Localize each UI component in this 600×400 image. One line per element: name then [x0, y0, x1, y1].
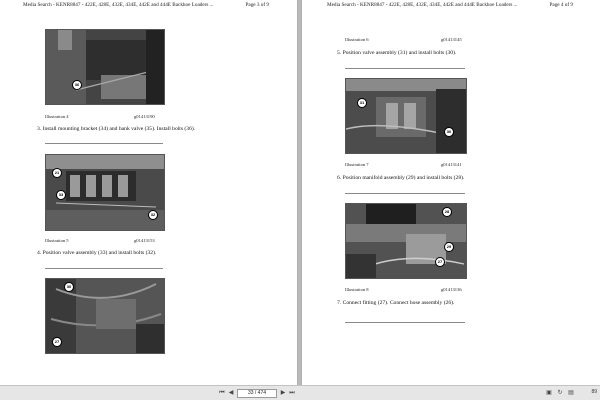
- illustration-id: g01413153: [134, 238, 155, 243]
- step-text: 7. Connect fitting (27). Connect hose as…: [337, 300, 455, 306]
- illustration-photo: [45, 278, 165, 354]
- illustration-photo: [45, 29, 165, 105]
- step-text: 6. Position manifold assembly (29) and i…: [337, 175, 465, 181]
- callout-marker: 29: [444, 242, 454, 252]
- fit-icon[interactable]: ▣: [545, 389, 553, 397]
- callout-marker: 30: [64, 282, 74, 292]
- callout-marker: 30: [444, 127, 454, 137]
- page-header-title: Media Search - KENR8847 - 422E, 428E, 43…: [327, 2, 518, 8]
- illustration-caption: Illustration 8: [345, 287, 369, 292]
- illustration-caption: Illustration 7: [345, 162, 369, 167]
- illustration-id: g01413145: [441, 37, 462, 42]
- step-text: 3. Install mounting bracket (34) and ban…: [37, 126, 196, 132]
- document-page-left: Media Search - KENR8847 - 422E, 428E, 43…: [0, 0, 297, 386]
- illustration-caption: Illustration 6: [345, 37, 369, 42]
- first-page-icon[interactable]: ⏮: [218, 389, 226, 397]
- step-text: 5. Position valve assembly (31) and inst…: [337, 50, 457, 56]
- rotate-icon[interactable]: ↻: [556, 389, 564, 397]
- prev-page-icon[interactable]: ◀: [227, 389, 235, 397]
- divider: [45, 143, 163, 144]
- step-text: 4. Position valve assembly (33) and inst…: [37, 250, 157, 256]
- callout-marker: 36: [72, 80, 82, 90]
- page-header-number: Page 3 of 9: [245, 2, 269, 8]
- callout-marker: 32: [148, 210, 158, 220]
- callout-marker: 28: [442, 207, 452, 217]
- pages-icon[interactable]: ▤: [567, 389, 575, 397]
- zoom-level[interactable]: 89: [591, 389, 597, 395]
- callout-marker: 27: [435, 257, 445, 267]
- callout-marker: 33: [56, 190, 66, 200]
- divider: [345, 193, 465, 194]
- next-page-icon[interactable]: ▶: [279, 389, 287, 397]
- callout-marker: 21: [52, 168, 62, 178]
- illustration-photo: [345, 78, 467, 154]
- callout-marker: 27: [52, 337, 62, 347]
- illustration-caption: Illustration 4: [45, 114, 69, 119]
- document-page-right: Media Search - KENR8847 - 422E, 428E, 43…: [302, 0, 600, 386]
- divider: [345, 322, 465, 323]
- illustration-id: g01413190: [134, 114, 155, 119]
- viewer-toolbar: ⏮ ◀ 33 / 474 ▶ ⏭ ▣ ↻ ▤ 89: [0, 385, 600, 400]
- illustration-id: g01413141: [441, 162, 462, 167]
- illustration-id: g01413136: [441, 287, 462, 292]
- illustration-caption: Illustration 5: [45, 238, 69, 243]
- page-header-number: Page 4 of 9: [549, 2, 573, 8]
- divider: [345, 68, 465, 69]
- callout-marker: 31: [357, 98, 367, 108]
- page-header-title: Media Search - KENR8847 - 422E, 428E, 43…: [23, 2, 214, 8]
- page-number-input[interactable]: 33 / 474: [237, 389, 277, 398]
- last-page-icon[interactable]: ⏭: [288, 389, 296, 397]
- divider: [45, 268, 163, 269]
